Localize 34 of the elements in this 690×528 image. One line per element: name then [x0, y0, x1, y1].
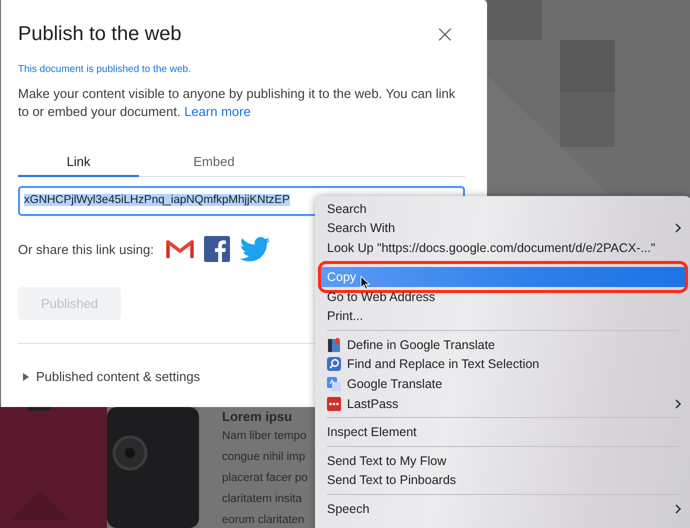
- search-icon: [327, 357, 341, 372]
- mail-icon[interactable]: [166, 238, 194, 260]
- background-text-line: claritatem insita: [222, 492, 303, 507]
- menu-item[interactable]: Look Up "https://docs.google.com/document/d/e/2PACX-...": [315, 238, 690, 258]
- tab[interactable]: Embed: [139, 151, 289, 177]
- background-text-line: placerat facer po: [222, 471, 309, 486]
- menu-item[interactable]: Go to Web Address: [315, 286, 690, 306]
- book-icon: [327, 338, 341, 352]
- menu-item[interactable]: Find and Replace in Text Selection: [315, 354, 690, 374]
- tab[interactable]: Link: [18, 151, 139, 177]
- menu-item[interactable]: Inspect Element: [315, 422, 690, 442]
- background-heading: Lorem ipsu: [222, 409, 294, 424]
- background-text-line: eorum claritaten: [222, 513, 306, 528]
- learn-more-link[interactable]: Learn more: [184, 104, 251, 119]
- description-text: Make your content visible to anyone by publishing it to the web. You can link to or embed your document. Learn more: [18, 85, 456, 121]
- menu-item[interactable]: Search With: [315, 218, 690, 238]
- mouse-pointer-icon: [360, 276, 370, 290]
- menu-item[interactable]: Define in Google Translate: [315, 334, 690, 355]
- status-message: This document is published to the web.: [18, 64, 192, 75]
- menu-item[interactable]: Google Translate: [315, 374, 690, 394]
- menu-item[interactable]: LastPass: [315, 394, 690, 414]
- menu-item[interactable]: Send Text to My Flow: [315, 450, 690, 471]
- close-button[interactable]: ×: [424, 22, 465, 46]
- menu-item[interactable]: Print...: [315, 306, 690, 326]
- dots-icon: [327, 396, 341, 411]
- translate-icon: [327, 376, 341, 391]
- background-text-line: congue nihil imp: [222, 450, 306, 465]
- background-text-line: Nam liber tempo: [222, 429, 308, 444]
- menu-item[interactable]: Send Text to Pinboards: [315, 470, 690, 490]
- dialog-title: Publish to the web: [18, 22, 182, 46]
- bird-icon[interactable]: [240, 236, 270, 262]
- share-label: Or share this link using:: [18, 242, 154, 256]
- facebook-icon[interactable]: [204, 236, 230, 262]
- menu-item[interactable]: Speech: [315, 499, 690, 519]
